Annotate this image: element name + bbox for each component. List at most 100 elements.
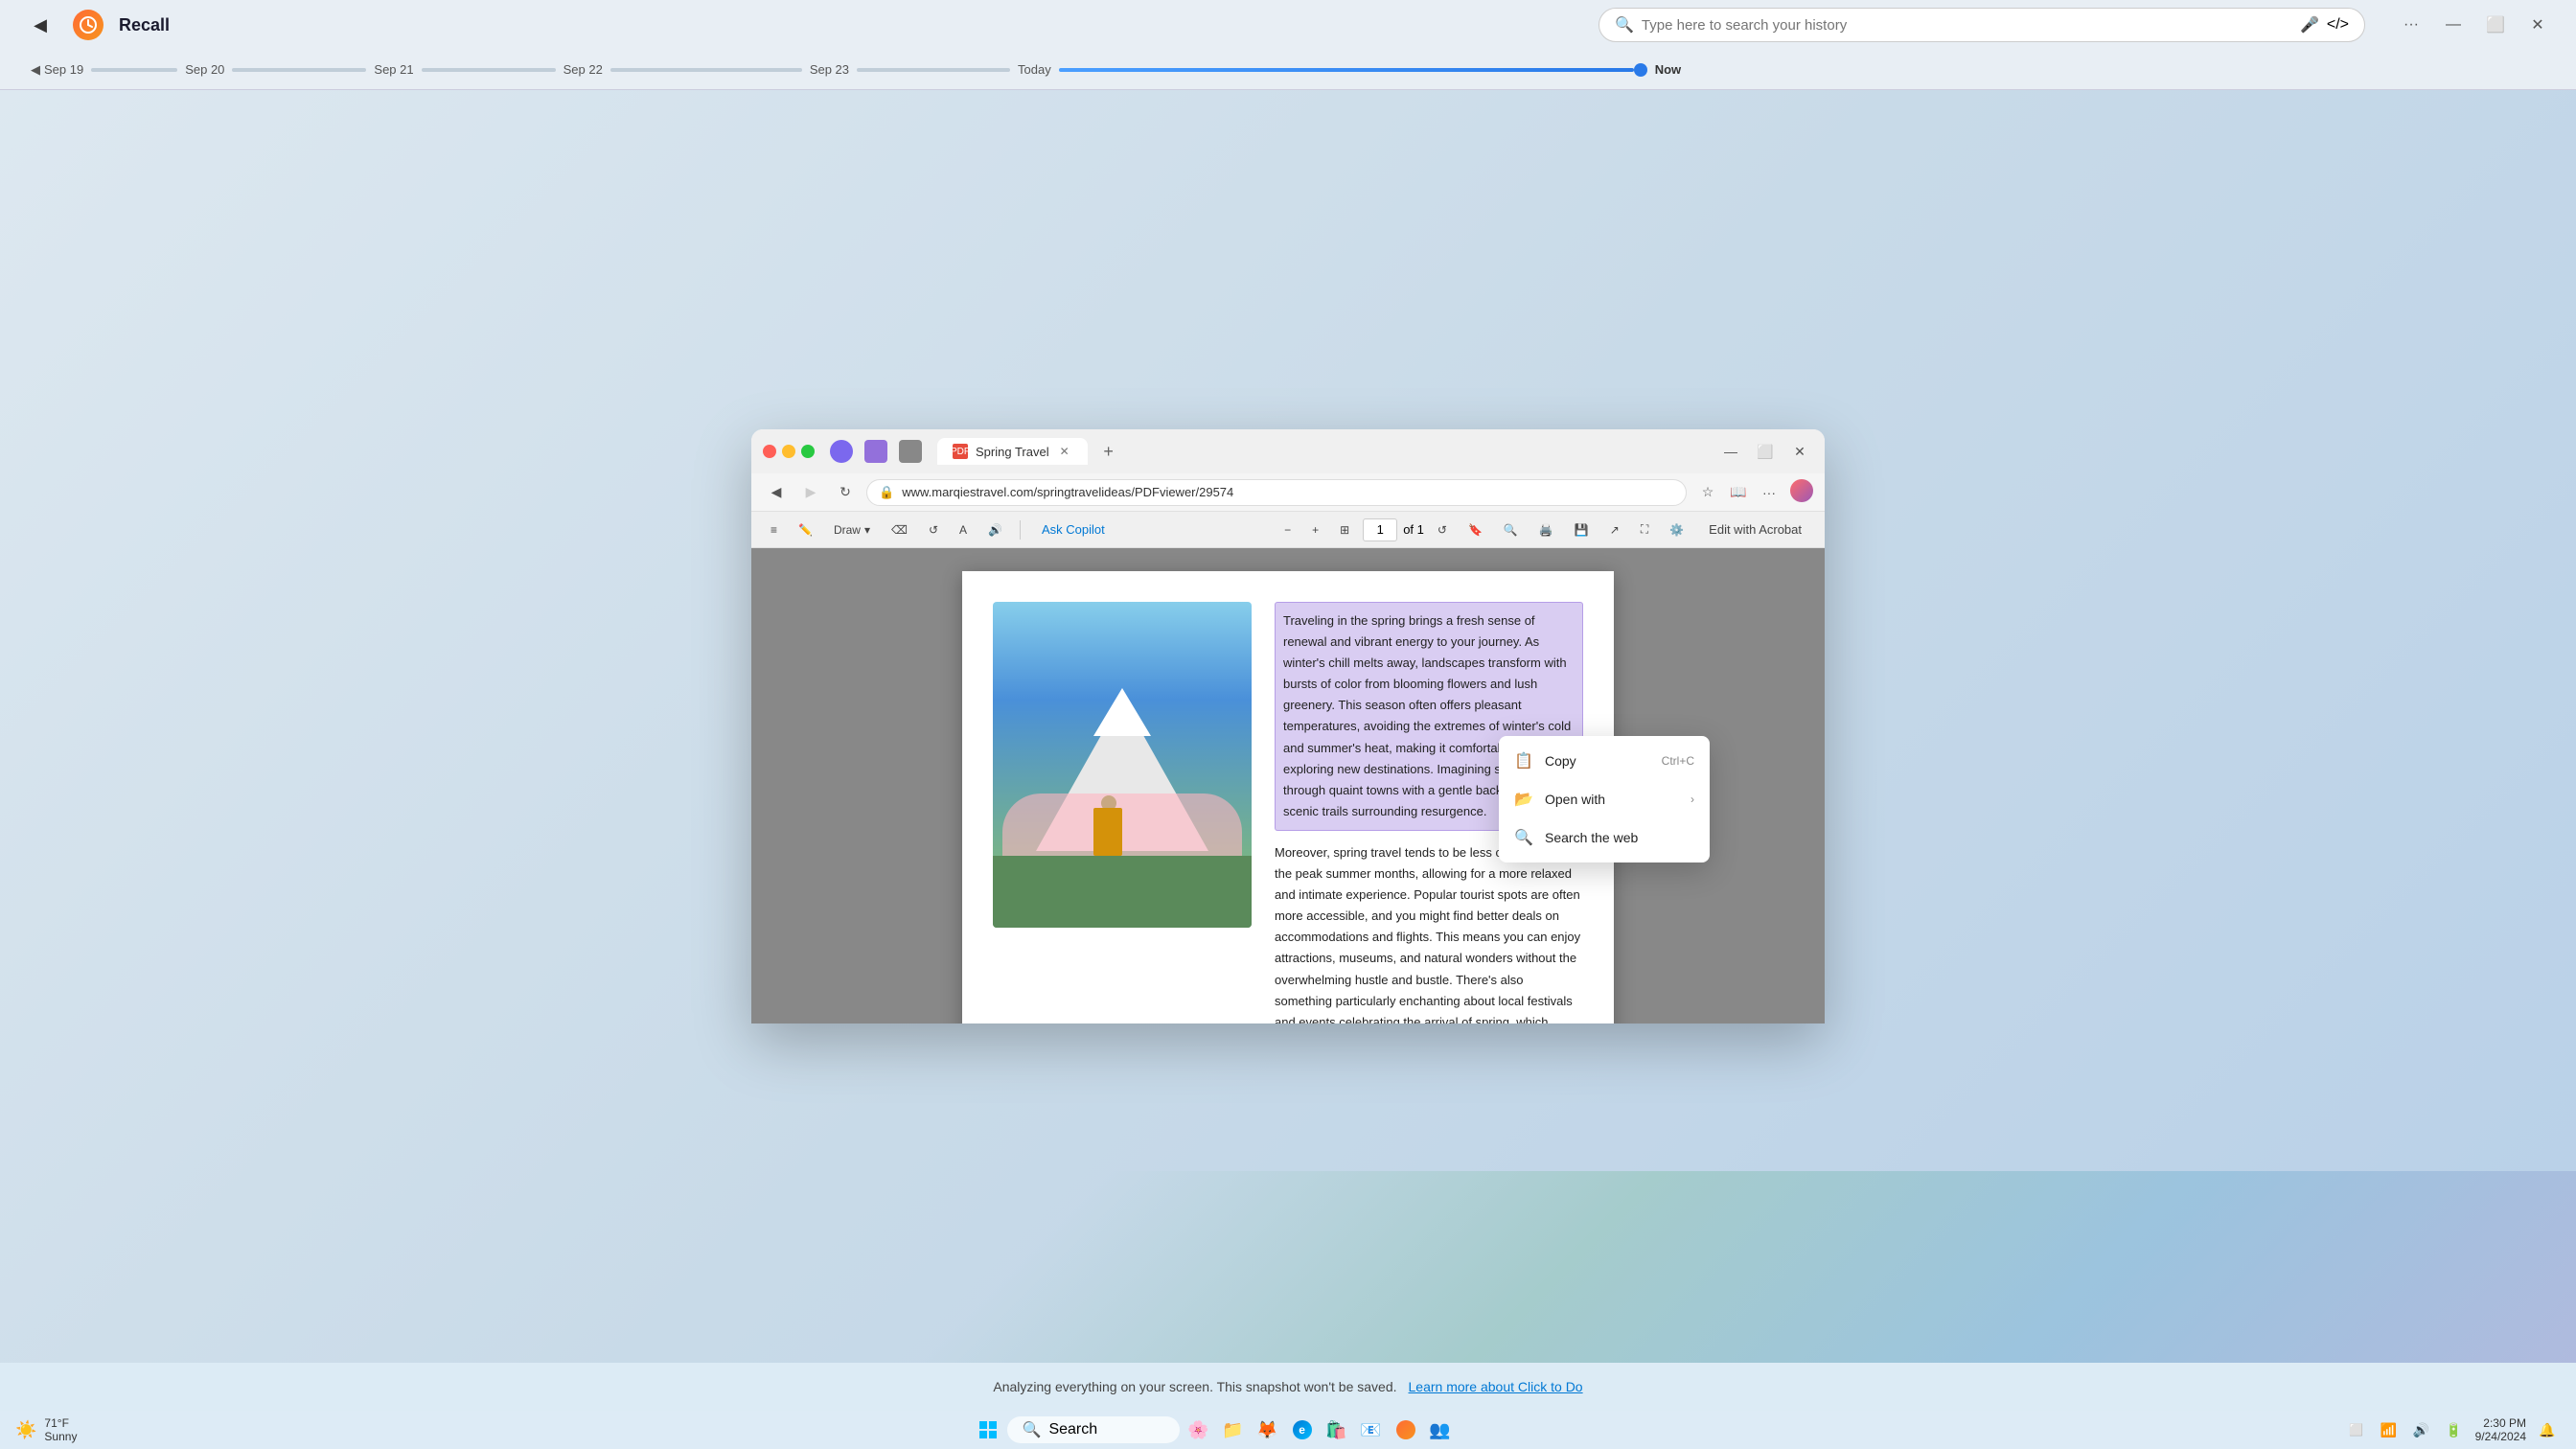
pdf-draw-button[interactable]: Draw ▾ bbox=[826, 519, 878, 540]
browser-window-minimize-button[interactable]: — bbox=[1717, 438, 1744, 465]
recall-back-button[interactable]: ◀ bbox=[23, 8, 58, 42]
pdf-text-button[interactable]: A bbox=[952, 519, 975, 540]
pdf-view-button[interactable]: ≡ bbox=[763, 519, 785, 540]
taskbar-mail-icon[interactable]: 📧 bbox=[1356, 1414, 1387, 1445]
mountain-snow bbox=[1093, 688, 1151, 736]
ask-copilot-button[interactable]: Ask Copilot bbox=[1030, 518, 1116, 540]
taskbar-start-button[interactable] bbox=[973, 1414, 1003, 1445]
microphone-icon[interactable]: 🎤 bbox=[2300, 15, 2319, 34]
recall-search-container[interactable]: 🔍 🎤 </> bbox=[1598, 8, 2365, 42]
browser-navbar: ◀ ▶ ↻ 🔒 www.marqiestravel.com/springtrav… bbox=[751, 473, 1825, 512]
search-web-icon: 🔍 bbox=[1514, 828, 1533, 847]
grass-ground bbox=[993, 856, 1252, 928]
recall-logo bbox=[73, 10, 104, 40]
address-bar[interactable]: 🔒 www.marqiestravel.com/springtravelidea… bbox=[866, 479, 1687, 506]
browser-window-controls bbox=[763, 445, 815, 458]
taskbar-show-desktop-button[interactable]: ⬜ bbox=[2343, 1416, 2370, 1443]
timeline-track-sep22 bbox=[610, 68, 802, 72]
taskbar-left: ☀️ 71°F Sunny bbox=[15, 1416, 84, 1443]
person-figure bbox=[1093, 808, 1122, 856]
taskbar-search-icon: 🔍 bbox=[1023, 1420, 1042, 1439]
recall-maximize-button[interactable]: ⬜ bbox=[2480, 10, 2511, 40]
pdf-zoom-in-button[interactable]: + bbox=[1304, 519, 1326, 540]
pdf-tab-icon: PDF bbox=[953, 444, 968, 459]
pdf-erase-button[interactable]: ⌫ bbox=[884, 519, 915, 540]
browser-forward-button[interactable]: ▶ bbox=[797, 479, 824, 506]
taskbar: ☀️ 71°F Sunny 🔍 Search 🌸 📁 🦊 e 🛍️ 📧 bbox=[0, 1411, 2576, 1449]
timeline-sep19-label: Sep 19 bbox=[44, 62, 83, 77]
browser-maximize-button[interactable] bbox=[801, 445, 815, 458]
timeline-sep21-label: Sep 21 bbox=[366, 62, 421, 77]
taskbar-network-icon[interactable]: 📶 bbox=[2376, 1416, 2403, 1443]
taskbar-search-label: Search bbox=[1048, 1421, 1097, 1438]
taskbar-center: 🔍 Search 🌸 📁 🦊 e 🛍️ 📧 👥 bbox=[84, 1414, 2342, 1445]
taskbar-notification-button[interactable]: 🔔 bbox=[2534, 1416, 2561, 1443]
taskbar-files-icon[interactable]: 🌸 bbox=[1184, 1414, 1214, 1445]
normal-paragraph: Moreover, spring travel tends to be less… bbox=[1275, 842, 1583, 1024]
recall-topbar: ◀ Recall 🔍 🎤 </> ··· — ⬜ ✕ bbox=[0, 0, 2576, 50]
recall-right-icons: ··· — ⬜ ✕ bbox=[2396, 10, 2553, 40]
pdf-search-button[interactable]: 🔍 bbox=[1496, 519, 1526, 540]
pdf-annotation-button[interactable]: ✏️ bbox=[791, 519, 820, 540]
pdf-fit-page-button[interactable]: ⊞ bbox=[1332, 519, 1357, 540]
recall-minimize-button[interactable]: — bbox=[2438, 10, 2469, 40]
timeline-track-sep23 bbox=[857, 68, 1010, 72]
pdf-read-aloud-button[interactable]: 🔊 bbox=[980, 519, 1010, 540]
edit-with-acrobat-button[interactable]: Edit with Acrobat bbox=[1697, 518, 1813, 540]
taskbar-recall-taskbar-icon[interactable] bbox=[1391, 1414, 1421, 1445]
browser-window-close-button[interactable]: ✕ bbox=[1786, 438, 1813, 465]
pdf-fullscreen-button[interactable]: ⛶ bbox=[1633, 518, 1656, 540]
taskbar-date-display: 9/24/2024 bbox=[2475, 1430, 2526, 1443]
status-learn-more-link[interactable]: Learn more about Click to Do bbox=[1409, 1379, 1583, 1394]
timeline-track-sep19 bbox=[91, 68, 177, 72]
taskbar-store-icon[interactable]: 🛍️ bbox=[1322, 1414, 1352, 1445]
timeline-dot bbox=[1634, 63, 1647, 77]
pdf-print-button[interactable]: 🖨️ bbox=[1531, 519, 1561, 540]
pdf-settings-button[interactable]: ⚙️ bbox=[1662, 519, 1691, 540]
taskbar-edge-icon[interactable]: e bbox=[1287, 1414, 1318, 1445]
browser-history-icon bbox=[899, 440, 922, 463]
taskbar-folder-icon[interactable]: 📁 bbox=[1218, 1414, 1249, 1445]
browser-minimize-button[interactable] bbox=[782, 445, 795, 458]
browser-window-restore-button[interactable]: ⬜ bbox=[1752, 438, 1779, 465]
browser-refresh-button[interactable]: ↻ bbox=[832, 479, 859, 506]
timeline-sep23-label: Sep 23 bbox=[802, 62, 857, 77]
browser-tab-spring-travel[interactable]: PDF Spring Travel ✕ bbox=[937, 438, 1088, 465]
main-content-area: PDF Spring Travel ✕ + — ⬜ ✕ ◀ ▶ ↻ 🔒 www.… bbox=[0, 90, 2576, 1363]
pdf-zoom-out-button[interactable]: − bbox=[1276, 519, 1299, 540]
browser-account-icon bbox=[1790, 479, 1813, 502]
code-icon[interactable]: </> bbox=[2327, 16, 2349, 34]
context-menu-search-web[interactable]: 🔍 Search the web bbox=[1499, 818, 1710, 857]
pdf-save-button[interactable]: 💾 bbox=[1567, 519, 1597, 540]
favorites-icon[interactable]: ☆ bbox=[1694, 479, 1721, 506]
recall-close-button[interactable]: ✕ bbox=[2522, 10, 2553, 40]
pdf-bookmark-button[interactable]: 🔖 bbox=[1460, 519, 1490, 540]
pdf-separator-1 bbox=[1020, 520, 1021, 540]
pdf-reset-view-button[interactable]: ↺ bbox=[1430, 519, 1455, 540]
recall-search-input[interactable] bbox=[1642, 17, 2292, 34]
taskbar-search-box[interactable]: 🔍 Search bbox=[1007, 1416, 1180, 1443]
taskbar-battery-icon[interactable]: 🔋 bbox=[2441, 1416, 2468, 1443]
context-menu-search-web-label: Search the web bbox=[1545, 830, 1638, 845]
taskbar-files2-icon[interactable]: 🦊 bbox=[1253, 1414, 1283, 1445]
taskbar-teams-icon[interactable]: 👥 bbox=[1425, 1414, 1456, 1445]
browser-titlebar: PDF Spring Travel ✕ + — ⬜ ✕ bbox=[751, 429, 1825, 473]
browser-more-button[interactable]: ··· bbox=[1756, 479, 1782, 506]
weather-icon: ☀️ bbox=[15, 1420, 36, 1440]
browser-window: PDF Spring Travel ✕ + — ⬜ ✕ ◀ ▶ ↻ 🔒 www.… bbox=[751, 429, 1825, 1024]
browser-close-button[interactable] bbox=[763, 445, 776, 458]
pdf-share-button[interactable]: ↗ bbox=[1602, 519, 1627, 540]
browser-back-button[interactable]: ◀ bbox=[763, 479, 790, 506]
browser-tab-close-button[interactable]: ✕ bbox=[1057, 444, 1072, 459]
recall-more-button[interactable]: ··· bbox=[2396, 10, 2426, 40]
taskbar-volume-icon[interactable]: 🔊 bbox=[2408, 1416, 2435, 1443]
pdf-page-total: of 1 bbox=[1403, 522, 1424, 537]
reading-mode-icon[interactable]: 📖 bbox=[1725, 479, 1752, 506]
pdf-rotate-button[interactable]: ↺ bbox=[921, 519, 946, 540]
timeline-back-button[interactable]: ◀ Sep 19 bbox=[23, 58, 91, 81]
context-menu-copy[interactable]: 📋 Copy Ctrl+C bbox=[1499, 742, 1710, 780]
taskbar-right: ⬜ 📶 🔊 🔋 2:30 PM 9/24/2024 🔔 bbox=[2343, 1416, 2561, 1443]
pdf-page-number-input[interactable] bbox=[1363, 518, 1397, 541]
browser-new-tab-button[interactable]: + bbox=[1095, 438, 1122, 465]
context-menu-open-with[interactable]: 📂 Open with › bbox=[1499, 780, 1710, 818]
